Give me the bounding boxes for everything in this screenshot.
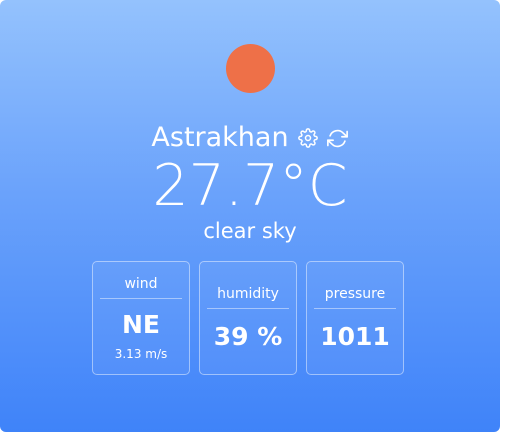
divider (314, 308, 396, 309)
gear-icon[interactable] (297, 127, 319, 149)
sun-icon (226, 44, 275, 93)
wind-label: wind (124, 276, 158, 292)
pressure-card: pressure 1011 (306, 261, 404, 375)
pressure-value: 1011 (320, 322, 390, 351)
humidity-value: 39 % (213, 322, 283, 351)
divider (100, 298, 182, 299)
divider (207, 308, 289, 309)
temperature: 27.7°C (152, 153, 348, 219)
refresh-icon[interactable] (327, 127, 349, 149)
weather-description: clear sky (203, 219, 297, 243)
weather-card: Astrakhan 27.7°C clear sky wind NE 3.13 … (0, 0, 500, 432)
wind-direction: NE (121, 310, 160, 339)
humidity-label: humidity (217, 286, 279, 302)
wind-speed: 3.13 m/s (114, 347, 168, 361)
wind-card: wind NE 3.13 m/s (92, 261, 190, 375)
pressure-label: pressure (324, 286, 386, 302)
stats-row: wind NE 3.13 m/s humidity 39 % pressure … (92, 261, 404, 375)
humidity-card: humidity 39 % (199, 261, 297, 375)
